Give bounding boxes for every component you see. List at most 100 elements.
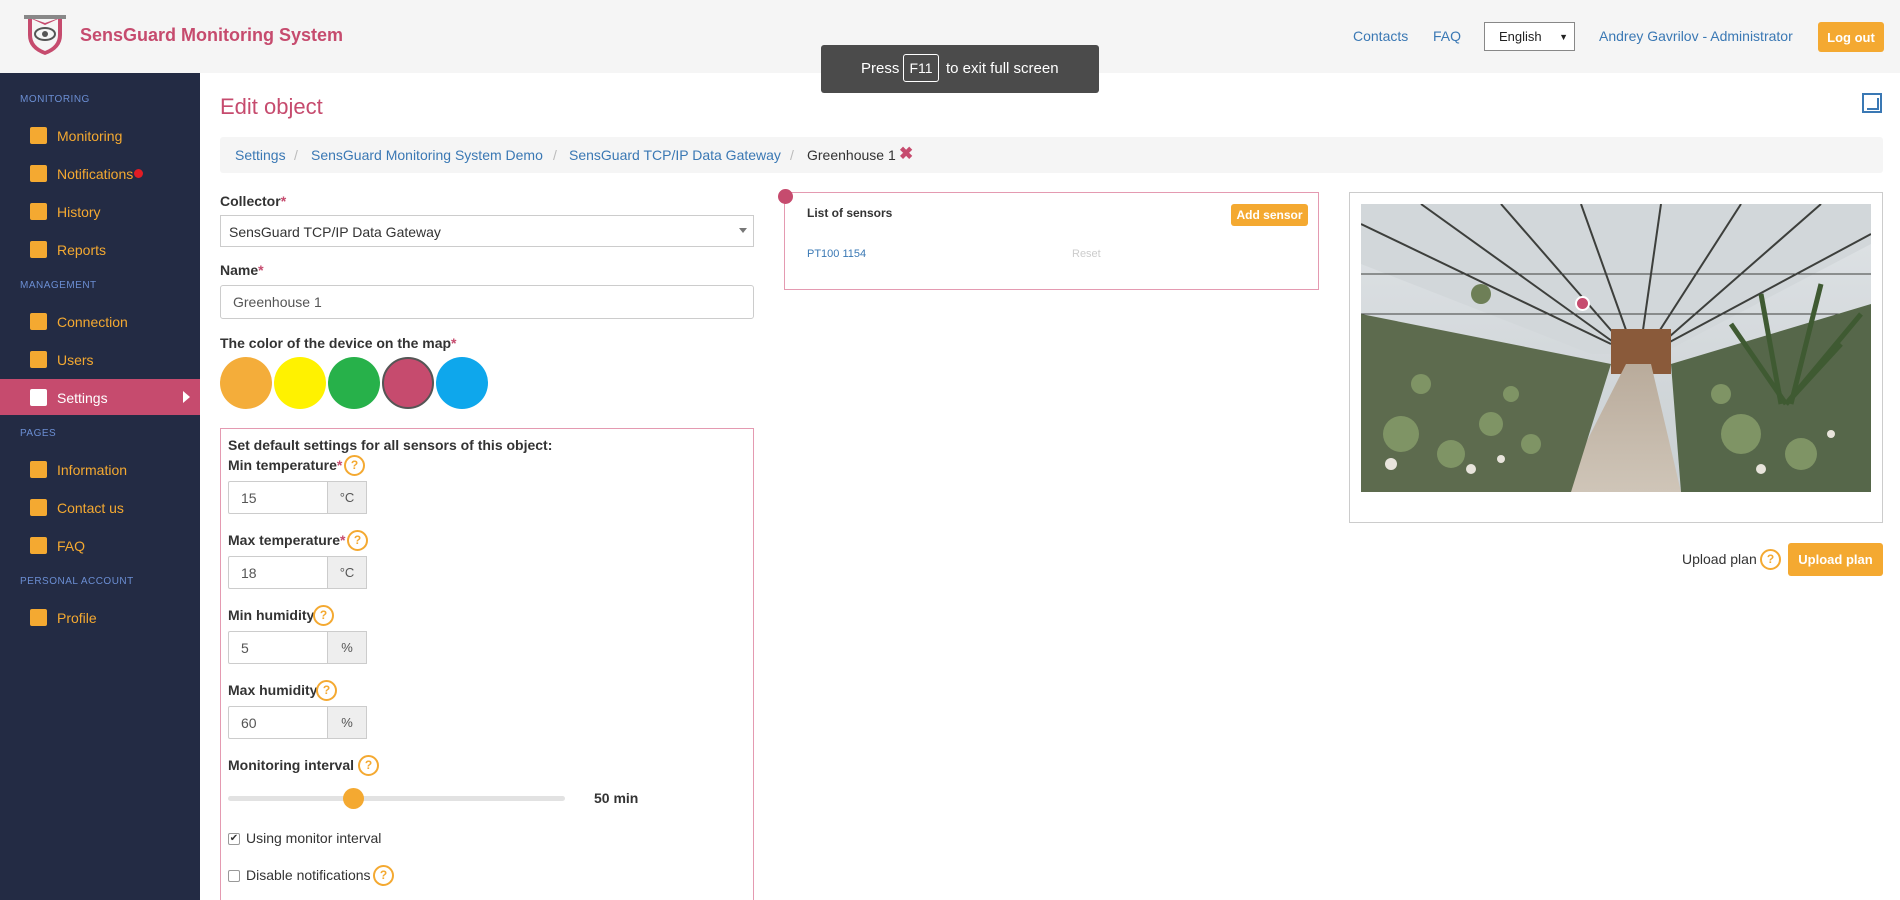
breadcrumb-settings[interactable]: Settings: [235, 147, 286, 163]
color-swatch[interactable]: [328, 357, 380, 409]
brand-title[interactable]: SensGuard Monitoring System: [80, 25, 343, 46]
interval-value: 50 min: [594, 790, 639, 806]
fullscreen-icon[interactable]: [1862, 93, 1882, 113]
breadcrumb-separator: /: [553, 147, 557, 163]
sidebar-item-monitoring[interactable]: Monitoring: [0, 117, 200, 153]
sidebar-item-notifications[interactable]: Notifications: [0, 155, 200, 191]
profile-icon: [30, 609, 47, 626]
min-temperature-input[interactable]: [228, 481, 328, 514]
sidebar-item-label: FAQ: [57, 538, 86, 554]
sidebar-item-reports[interactable]: Reports: [0, 231, 200, 267]
sidebar-item-label: History: [57, 204, 101, 220]
unit-label: %: [327, 706, 367, 739]
collector-label: Collector*: [220, 193, 287, 209]
reports-icon: [30, 241, 47, 258]
chevron-down-icon: [739, 228, 747, 233]
max-temperature-input[interactable]: [228, 556, 328, 589]
user-profile-link[interactable]: Andrey Gavrilov - Administrator: [1599, 28, 1793, 44]
color-swatch[interactable]: [382, 357, 434, 409]
faq-icon: [30, 537, 47, 554]
sensor-reset-button[interactable]: Reset: [1072, 248, 1101, 260]
logout-button[interactable]: Log out: [1818, 22, 1884, 52]
breadcrumb: Settings / SensGuard Monitoring System D…: [220, 137, 1883, 173]
min-temperature-label: Min temperature*: [228, 457, 343, 473]
upload-plan-button[interactable]: Upload plan: [1788, 543, 1883, 576]
unit-label: °C: [327, 556, 367, 589]
contact-icon: [30, 499, 47, 516]
sidebar-item-connection[interactable]: Connection: [0, 303, 200, 339]
sidebar-item-label: Monitoring: [57, 128, 123, 144]
sidebar: MONITORING Monitoring Notifications Hist…: [0, 73, 200, 900]
unit-label: %: [327, 631, 367, 664]
breadcrumb-demo[interactable]: SensGuard Monitoring System Demo: [311, 147, 543, 163]
default-settings-panel: Set default settings for all sensors of …: [220, 428, 754, 900]
toast-key: F11: [903, 54, 939, 82]
help-icon[interactable]: ?: [358, 755, 379, 776]
add-sensor-button[interactable]: Add sensor: [1231, 204, 1308, 226]
help-icon[interactable]: ?: [1760, 549, 1781, 570]
upload-plan-label: Upload plan: [1682, 551, 1757, 567]
help-icon[interactable]: ?: [313, 605, 334, 626]
sidebar-item-information[interactable]: Information: [0, 451, 200, 487]
color-swatch[interactable]: [436, 357, 488, 409]
color-label: The color of the device on the map*: [220, 335, 457, 351]
breadcrumb-current: Greenhouse 1: [807, 147, 896, 163]
color-swatch[interactable]: [274, 357, 326, 409]
default-settings-title: Set default settings for all sensors of …: [228, 437, 553, 453]
page-title: Edit object: [220, 94, 323, 119]
max-humidity-label: Max humidity: [228, 682, 318, 698]
help-icon[interactable]: ?: [347, 530, 368, 551]
language-value: English: [1499, 29, 1542, 44]
monitoring-interval-label: Monitoring interval: [228, 757, 354, 773]
min-humidity-input[interactable]: [228, 631, 328, 664]
chevron-down-icon: ▼: [1559, 32, 1568, 42]
notifications-icon: [30, 165, 47, 182]
using-interval-label: Using monitor interval: [246, 830, 382, 846]
breadcrumb-gateway[interactable]: SensGuard TCP/IP Data Gateway: [569, 147, 781, 163]
language-select[interactable]: English ▼: [1484, 22, 1575, 51]
faq-link[interactable]: FAQ: [1433, 28, 1461, 44]
sidebar-item-label: Profile: [57, 610, 97, 626]
max-temperature-label: Max temperature*: [228, 532, 346, 548]
sidebar-item-contact-us[interactable]: Contact us: [0, 489, 200, 525]
contacts-link[interactable]: Contacts: [1353, 28, 1408, 44]
sidebar-item-faq[interactable]: FAQ: [0, 527, 200, 563]
interval-slider-track[interactable]: [228, 796, 565, 801]
color-swatch[interactable]: [220, 357, 272, 409]
help-icon[interactable]: ?: [373, 865, 394, 886]
breadcrumb-separator: /: [294, 147, 298, 163]
toast-text: Press: [861, 60, 900, 77]
sidebar-section-management: MANAGEMENT: [20, 280, 97, 291]
sidebar-item-label: Notifications: [57, 166, 134, 182]
help-icon[interactable]: ?: [316, 680, 337, 701]
information-icon: [30, 461, 47, 478]
notification-dot-icon: [134, 169, 143, 178]
sidebar-section-personal: PERSONAL ACCOUNT: [20, 576, 134, 587]
using-interval-checkbox[interactable]: ✔: [228, 833, 240, 845]
sidebar-item-label: Settings: [57, 390, 108, 406]
sidebar-item-profile[interactable]: Profile: [0, 599, 200, 635]
unit-label: °C: [327, 481, 367, 514]
help-icon[interactable]: ?: [344, 455, 365, 476]
plan-panel: [1349, 192, 1883, 523]
sidebar-item-history[interactable]: History: [0, 193, 200, 229]
sidebar-item-users[interactable]: Users: [0, 341, 200, 377]
history-icon: [30, 203, 47, 220]
sidebar-item-settings[interactable]: Settings: [0, 379, 200, 415]
sensors-panel: List of sensors Add sensor PT100 1154 Re…: [778, 189, 1319, 290]
sensor-marker-icon[interactable]: [1575, 296, 1590, 311]
greenhouse-plan-image[interactable]: [1361, 204, 1871, 492]
min-humidity-label: Min humidity: [228, 607, 315, 623]
sidebar-item-label: Reports: [57, 242, 107, 258]
collector-value: SensGuard TCP/IP Data Gateway: [229, 224, 441, 240]
collector-select[interactable]: SensGuard TCP/IP Data Gateway: [220, 215, 754, 247]
disable-notifications-checkbox[interactable]: [228, 870, 240, 882]
sidebar-item-label: Connection: [57, 314, 128, 330]
sidebar-section-monitoring: MONITORING: [20, 94, 90, 105]
name-input[interactable]: [220, 285, 754, 319]
interval-slider-handle[interactable]: [342, 788, 364, 809]
sidebar-section-pages: PAGES: [20, 428, 57, 439]
max-humidity-input[interactable]: [228, 706, 328, 739]
sensor-item-name[interactable]: PT100 1154: [807, 248, 866, 260]
delete-icon[interactable]: ✖: [899, 144, 913, 164]
